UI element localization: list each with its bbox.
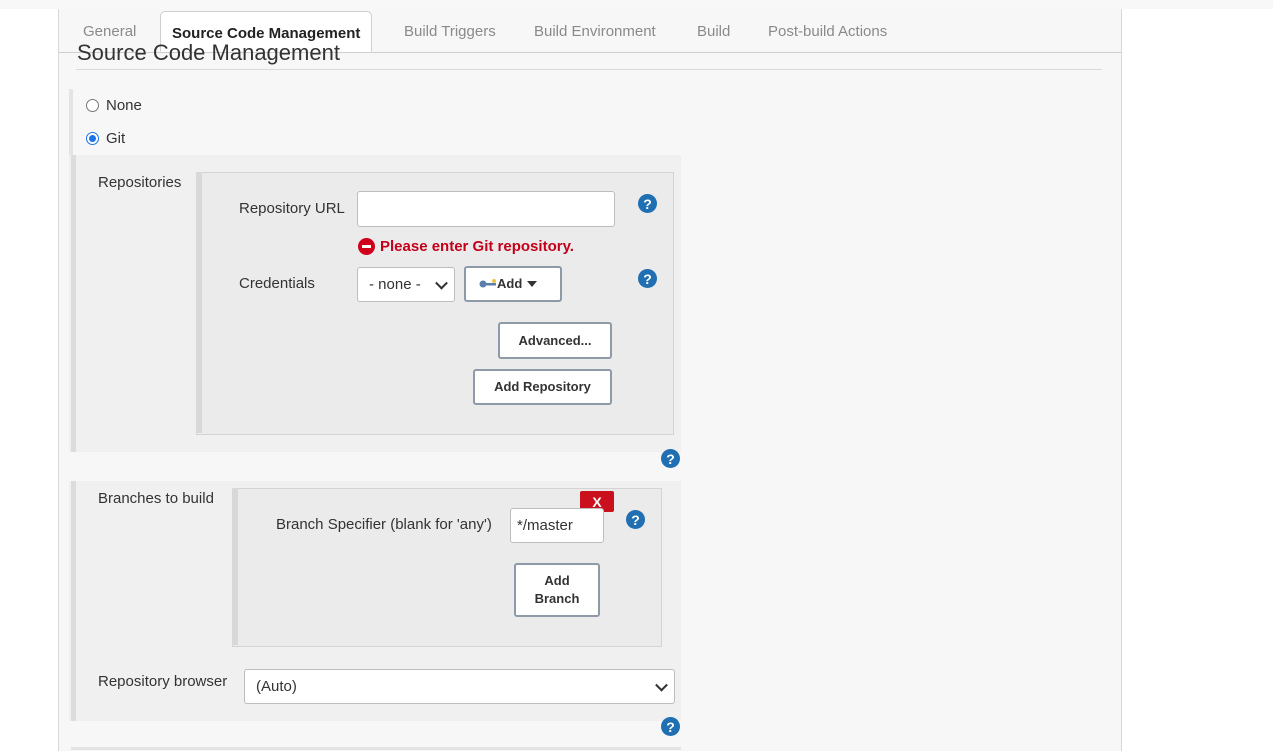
tab-general[interactable]: General (83, 23, 136, 40)
credentials-help-icon[interactable]: ? (638, 269, 657, 288)
radio-none-label: None (106, 97, 142, 114)
radio-git-label: Git (106, 130, 126, 147)
top-strip (0, 0, 1273, 9)
key-icon (479, 279, 496, 288)
config-panel: General Source Code Management Build Tri… (58, 9, 1122, 751)
branches-to-build-label: Branches to build (98, 490, 214, 507)
tab-post-build-actions[interactable]: Post-build Actions (768, 23, 887, 40)
bottom-divider (71, 747, 681, 750)
branch-specifier-input[interactable] (510, 508, 604, 543)
branch-box-bar (232, 488, 238, 645)
branch-specifier-label: Branch Specifier (blank for 'any') (276, 516, 492, 533)
radio-none[interactable] (86, 99, 99, 112)
repository-box-bar (196, 172, 202, 433)
radio-group-bar (69, 89, 73, 165)
scm-option-git[interactable]: Git (86, 130, 125, 147)
caret-down-icon (527, 281, 538, 287)
repository-url-input[interactable] (357, 191, 615, 227)
section-divider (76, 69, 1102, 70)
git-help-icon[interactable]: ? (661, 717, 680, 736)
branch-specifier-help-icon[interactable]: ? (626, 510, 645, 529)
repositories-label: Repositories (98, 174, 182, 191)
tab-build[interactable]: Build (697, 23, 730, 40)
add-repository-button[interactable]: Add Repository (473, 369, 612, 405)
tab-build-triggers[interactable]: Build Triggers (404, 23, 496, 40)
repository-browser-value: (Auto) (256, 678, 297, 695)
add-branch-button[interactable]: Add Branch (514, 563, 600, 617)
scm-option-none[interactable]: None (86, 97, 142, 114)
credentials-select[interactable]: - none - (357, 267, 455, 302)
chevron-down-icon (435, 276, 448, 290)
repository-url-help-icon[interactable]: ? (638, 194, 657, 213)
chevron-down-icon (655, 678, 668, 692)
credentials-select-value: - none - (369, 276, 421, 293)
add-credentials-button[interactable]: Add (464, 266, 562, 302)
repository-url-label: Repository URL (239, 200, 345, 217)
section-title: Source Code Management (77, 40, 340, 65)
repository-browser-label: Repository browser (98, 673, 228, 690)
add-credentials-label: Add (497, 276, 523, 291)
repositories-help-icon[interactable]: ? (661, 449, 680, 468)
credentials-label: Credentials (239, 275, 315, 292)
radio-git[interactable] (86, 132, 99, 145)
repository-url-error: Please enter Git repository. (380, 238, 574, 255)
branches-block-bar (71, 481, 76, 721)
tab-build-environment[interactable]: Build Environment (534, 23, 656, 40)
advanced-button[interactable]: Advanced... (498, 322, 612, 359)
repository-browser-select[interactable]: (Auto) (244, 669, 675, 704)
error-icon (358, 238, 375, 255)
git-config-bar (71, 155, 76, 452)
